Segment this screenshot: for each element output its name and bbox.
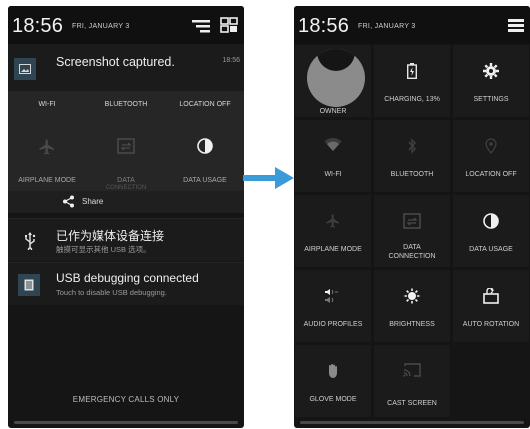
screenshot-notification-title: Screenshot captured. <box>56 55 175 69</box>
tile-wifi[interactable]: WI-FI <box>294 119 372 193</box>
tile-label: CAST SCREEN <box>387 400 437 407</box>
airplane-icon[interactable] <box>8 138 86 161</box>
tile-auto-rotation[interactable]: AUTO ROTATION <box>452 269 530 343</box>
status-bar: 18:56 FRI, JANUARY 3 <box>294 6 530 44</box>
wifi-icon <box>295 138 371 152</box>
share-action[interactable]: Share <box>8 191 244 213</box>
date: FRI, JANUARY 3 <box>72 23 130 30</box>
quick-settings-grid-icon[interactable] <box>219 15 239 35</box>
qs-label-bluetooth[interactable]: BLUETOOTH <box>87 101 165 108</box>
share-icon <box>63 195 74 208</box>
location-icon <box>453 138 529 154</box>
qs-label-wifi[interactable]: WI-FI <box>8 101 86 108</box>
tile-label: LOCATION OFF <box>465 171 517 178</box>
tile-label: GLOVE MODE <box>309 396 357 403</box>
qs-label-data: DATA <box>117 177 135 184</box>
avatar-icon <box>307 49 365 107</box>
tile-data-usage[interactable]: DATA USAGE <box>452 194 530 268</box>
image-icon <box>14 58 36 80</box>
clock: 18:56 <box>12 15 64 37</box>
drag-handle[interactable] <box>14 421 238 424</box>
screenshot-notification-time: 18:56 <box>222 57 240 64</box>
usb-notification-subtitle: 触摸可显示其他 USB 选项。 <box>56 245 151 254</box>
tile-location[interactable]: LOCATION OFF <box>452 119 530 193</box>
screenshot-notification[interactable]: Screenshot captured. 18:56 <box>8 44 244 91</box>
qs-label-data-usage: DATA USAGE <box>183 177 227 184</box>
usb-media-notification[interactable]: 已作为媒体设备连接 触摸可显示其他 USB 选项。 <box>8 218 244 261</box>
tile-bluetooth[interactable]: BLUETOOTH <box>373 119 451 193</box>
clock: 18:56 <box>298 15 350 37</box>
tile-settings[interactable]: SETTINGS <box>452 44 530 118</box>
brightness-icon <box>374 288 450 304</box>
glove-icon <box>295 363 371 379</box>
tile-brightness[interactable]: BRIGHTNESS <box>373 269 451 343</box>
tile-label: DATA USAGE <box>469 246 513 253</box>
usb-notification-title: 已作为媒体设备连接 <box>56 229 165 243</box>
tile-label: SETTINGS <box>473 96 509 103</box>
cast-icon <box>374 363 450 377</box>
data-icon[interactable] <box>87 138 165 159</box>
date: FRI, JANUARY 3 <box>358 23 416 30</box>
tile-label: AIRPLANE MODE <box>304 246 362 253</box>
tile-label: OWNER <box>319 108 347 115</box>
debug-icon <box>18 274 40 296</box>
list-view-icon[interactable] <box>506 15 526 35</box>
qs-label-airplane: AIRPLANE MODE <box>18 177 76 184</box>
rotation-icon <box>453 288 529 304</box>
quick-settings-peek: WI-FI BLUETOOTH LOCATION OFF AIRPLANE MO… <box>8 91 244 191</box>
qs-label-location[interactable]: LOCATION OFF <box>166 101 244 108</box>
gear-icon <box>453 63 529 79</box>
tile-glove-mode[interactable]: GLOVE MODE <box>294 344 372 418</box>
tile-battery[interactable]: CHARGING, 13% <box>373 44 451 118</box>
data-icon <box>374 213 450 229</box>
tile-label: CHARGING, 13% <box>384 96 440 103</box>
tile-label: BRIGHTNESS <box>389 321 435 328</box>
drag-handle[interactable] <box>300 421 524 424</box>
notification-shade-phone: 18:56 FRI, JANUARY 3 Screenshot captured… <box>8 6 244 428</box>
airplane-icon <box>295 213 371 229</box>
audio-icon <box>295 288 371 304</box>
tile-label: AUTO ROTATION <box>462 321 520 328</box>
quick-settings-phone: 18:56 FRI, JANUARY 3 OWNER CHARGING, 13%… <box>294 6 530 428</box>
usb-debugging-notification[interactable]: USB debugging connected Touch to disable… <box>8 262 244 305</box>
share-label: Share <box>82 197 104 206</box>
debug-notification-title: USB debugging connected <box>56 271 199 285</box>
tile-label: AUDIO PROFILES <box>303 321 363 328</box>
emergency-calls-label: EMERGENCY CALLS ONLY <box>72 395 180 404</box>
battery-icon <box>374 63 450 79</box>
tile-airplane[interactable]: AIRPLANE MODE <box>294 194 372 268</box>
transition-arrow-icon <box>243 167 294 189</box>
tile-cast-screen[interactable]: CAST SCREEN <box>373 344 451 418</box>
tile-data-connection[interactable]: DATA CONNECTION <box>373 194 451 268</box>
settings-toggle-icon[interactable] <box>190 15 212 35</box>
usb-icon <box>20 231 40 251</box>
tile-label: WI-FI <box>324 171 342 178</box>
bluetooth-icon <box>374 138 450 154</box>
pie-icon <box>453 213 529 229</box>
pie-icon[interactable] <box>166 138 244 159</box>
tile-label: BLUETOOTH <box>390 171 434 178</box>
debug-notification-subtitle: Touch to disable USB debugging. <box>56 288 167 297</box>
tile-label: DATA CONNECTION <box>388 244 436 260</box>
tile-audio-profiles[interactable]: AUDIO PROFILES <box>294 269 372 343</box>
tile-owner[interactable]: OWNER <box>294 44 372 118</box>
status-bar: 18:56 FRI, JANUARY 3 <box>8 6 244 44</box>
